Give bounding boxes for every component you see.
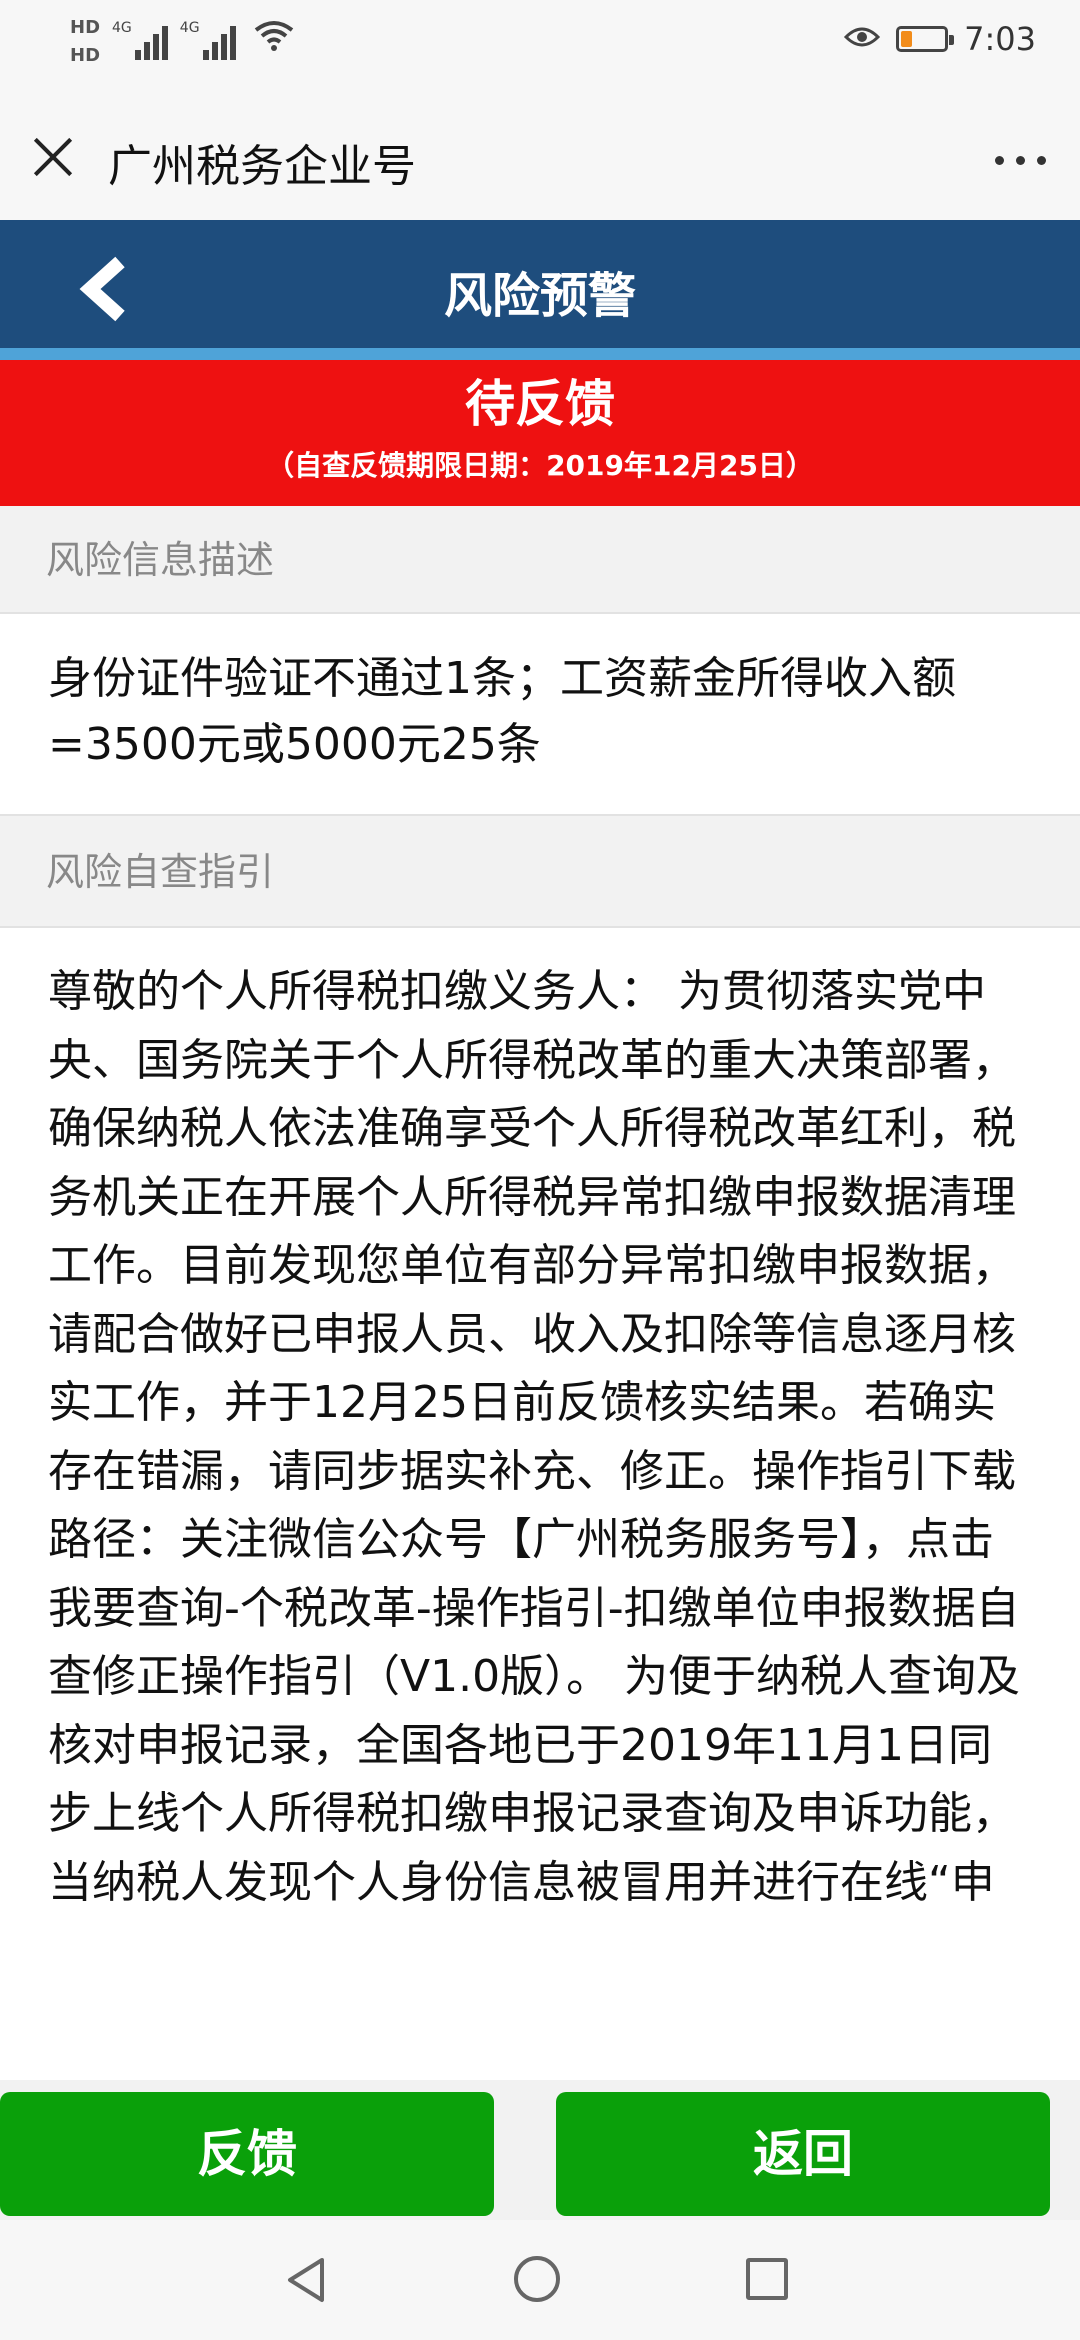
navigation-bar (0, 2220, 1080, 2340)
network-indicators: HD HD 4G 4G (70, 16, 294, 68)
risk-info-text: 身份证件验证不通过1条；工资薪金所得收入额=3500元或5000元25条 (0, 614, 1080, 814)
page-title: 风险预警 (443, 268, 636, 324)
deadline-text: （自查反馈期限日期：2019年12月25日） (266, 449, 814, 482)
close-icon[interactable] (30, 134, 76, 180)
risk-info-label: 风险信息描述 (0, 506, 1080, 614)
return-button[interactable]: 返回 (556, 2092, 1050, 2216)
signal-1-label: 4G (112, 20, 132, 36)
nav-back-icon[interactable] (284, 2256, 328, 2308)
eye-comfort-icon (844, 22, 881, 57)
title-bar: 广州税务企业号 (0, 96, 1080, 220)
page-header: 风险预警 (0, 220, 1080, 360)
header-stripe (0, 348, 1080, 360)
nav-home-icon[interactable] (514, 2256, 560, 2302)
status-bar: HD HD 4G 4G 7:03 (0, 0, 1080, 96)
status-banner: 待反馈 （自查反馈期限日期：2019年12月25日） (0, 360, 1080, 506)
more-options-icon[interactable] (995, 156, 1046, 165)
wifi-icon (254, 20, 294, 61)
battery-icon (896, 26, 955, 52)
app-title: 广州税务企业号 (108, 141, 416, 192)
hd-badge-2: HD (70, 45, 101, 66)
nav-recents-icon[interactable] (746, 2258, 788, 2300)
battery-level (901, 31, 913, 47)
clock: 7:03 (964, 20, 1036, 58)
guide-text: 尊敬的个人所得税扣缴义务人： 为贯彻落实党中央、国务院关于个人所得税改革的重大决… (0, 928, 1080, 2080)
feedback-button[interactable]: 反馈 (0, 2092, 494, 2216)
hd-badge-1: HD (70, 17, 101, 38)
signal-1-icon: 4G (112, 16, 168, 60)
signal-2-icon: 4G (180, 16, 236, 60)
signal-2-label: 4G (179, 20, 200, 36)
action-bar: 反馈 返回 (0, 2080, 1080, 2216)
status-title: 待反馈 (465, 375, 615, 433)
guide-label: 风险自查指引 (0, 816, 1080, 928)
